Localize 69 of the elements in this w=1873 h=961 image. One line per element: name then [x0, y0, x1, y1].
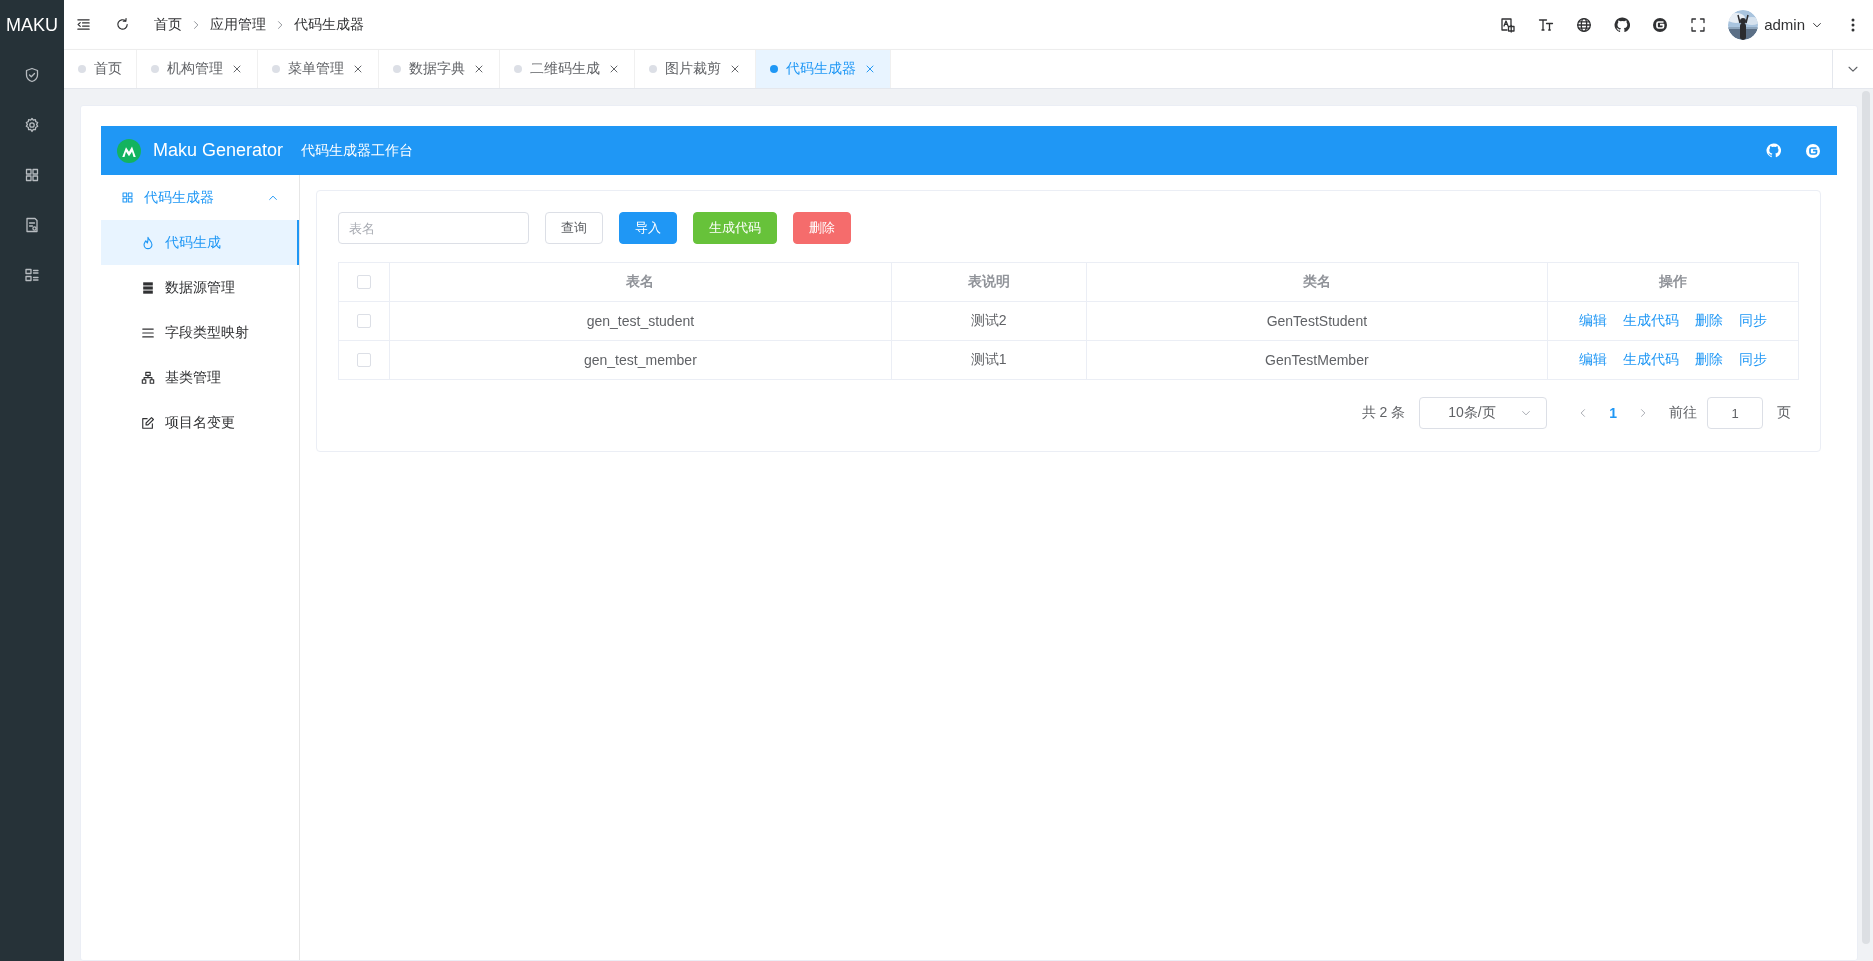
globe-icon[interactable] [1576, 16, 1593, 33]
breadcrumb-item[interactable]: 代码生成器 [294, 15, 364, 34]
tab[interactable]: 机构管理 [137, 50, 258, 88]
total-count: 共 2 条 [1361, 404, 1406, 422]
tab[interactable]: 菜单管理 [258, 50, 379, 88]
checkbox[interactable] [357, 275, 371, 289]
close-icon[interactable] [608, 63, 620, 75]
translate-icon[interactable] [1500, 16, 1517, 33]
close-icon[interactable] [729, 63, 741, 75]
column-header: 类名 [1086, 262, 1548, 302]
menu-item[interactable]: 基类管理 [101, 355, 299, 400]
menu-item[interactable]: 数据源管理 [101, 265, 299, 310]
menu-icon[interactable] [76, 17, 91, 32]
fullscreen-icon[interactable] [1690, 16, 1707, 33]
table-cell: 测试1 [891, 340, 1087, 380]
page-input[interactable]: 1 [1707, 397, 1763, 429]
page-suffix: 页 [1777, 404, 1791, 422]
logo-icon [117, 138, 141, 163]
list-icon[interactable] [24, 267, 40, 283]
font-size-icon[interactable] [1538, 16, 1555, 33]
table-cell: gen_test_student [389, 301, 892, 341]
dot-icon [78, 65, 86, 73]
button[interactable]: 查询 [545, 212, 603, 244]
checkbox[interactable] [357, 353, 371, 367]
dot-icon [514, 65, 522, 73]
goto-label: 前往 [1669, 404, 1697, 422]
shield-icon[interactable] [24, 67, 40, 83]
checkbox[interactable] [357, 314, 371, 328]
g-circle-icon[interactable] [1652, 16, 1669, 33]
settings-icon[interactable] [24, 117, 40, 133]
column-header: 操作 [1547, 262, 1799, 302]
breadcrumb-item[interactable]: 应用管理 [210, 15, 266, 34]
dot-icon [649, 65, 657, 73]
document-icon[interactable] [24, 217, 40, 233]
dot-icon [272, 65, 280, 73]
tab[interactable]: 二维码生成 [500, 50, 635, 88]
dot-icon [393, 65, 401, 73]
table-cell: GenTestMember [1086, 340, 1548, 380]
close-icon[interactable] [352, 63, 364, 75]
list-icon [141, 325, 155, 340]
table-cell: gen_test_member [389, 340, 892, 380]
page-size-select[interactable]: 10条/页 [1419, 397, 1548, 429]
app-subtitle: 代码生成器工作台 [301, 141, 414, 160]
github-icon[interactable] [1614, 16, 1631, 33]
user-name[interactable]: admin [1764, 16, 1805, 33]
tab[interactable]: 数据字典 [379, 50, 500, 88]
edit-icon [141, 415, 155, 430]
hierarchy-icon [141, 370, 155, 385]
dot-icon [770, 65, 778, 73]
close-icon[interactable] [864, 63, 876, 75]
refresh-icon[interactable] [115, 17, 130, 32]
table-cell: GenTestStudent [1086, 301, 1548, 341]
close-icon[interactable] [231, 63, 243, 75]
search-field[interactable]: 表名 [338, 212, 529, 244]
flame-icon [141, 235, 155, 250]
table-cell: 测试2 [891, 301, 1087, 341]
server-icon [141, 280, 155, 295]
column-header: 表说明 [891, 262, 1087, 302]
column-header: 表名 [389, 262, 892, 302]
dot-icon [151, 65, 159, 73]
brand-logo: MAKU [6, 14, 58, 37]
menu-item[interactable]: 项目名变更 [101, 400, 299, 445]
breadcrumb-item[interactable]: 首页 [154, 15, 182, 34]
menu-item[interactable]: 字段类型映射 [101, 310, 299, 355]
tab[interactable]: 首页 [64, 50, 137, 88]
grid-icon[interactable] [24, 167, 40, 183]
close-icon[interactable] [473, 63, 485, 75]
grid-icon [121, 191, 134, 204]
app-title: Maku Generator [153, 140, 284, 161]
